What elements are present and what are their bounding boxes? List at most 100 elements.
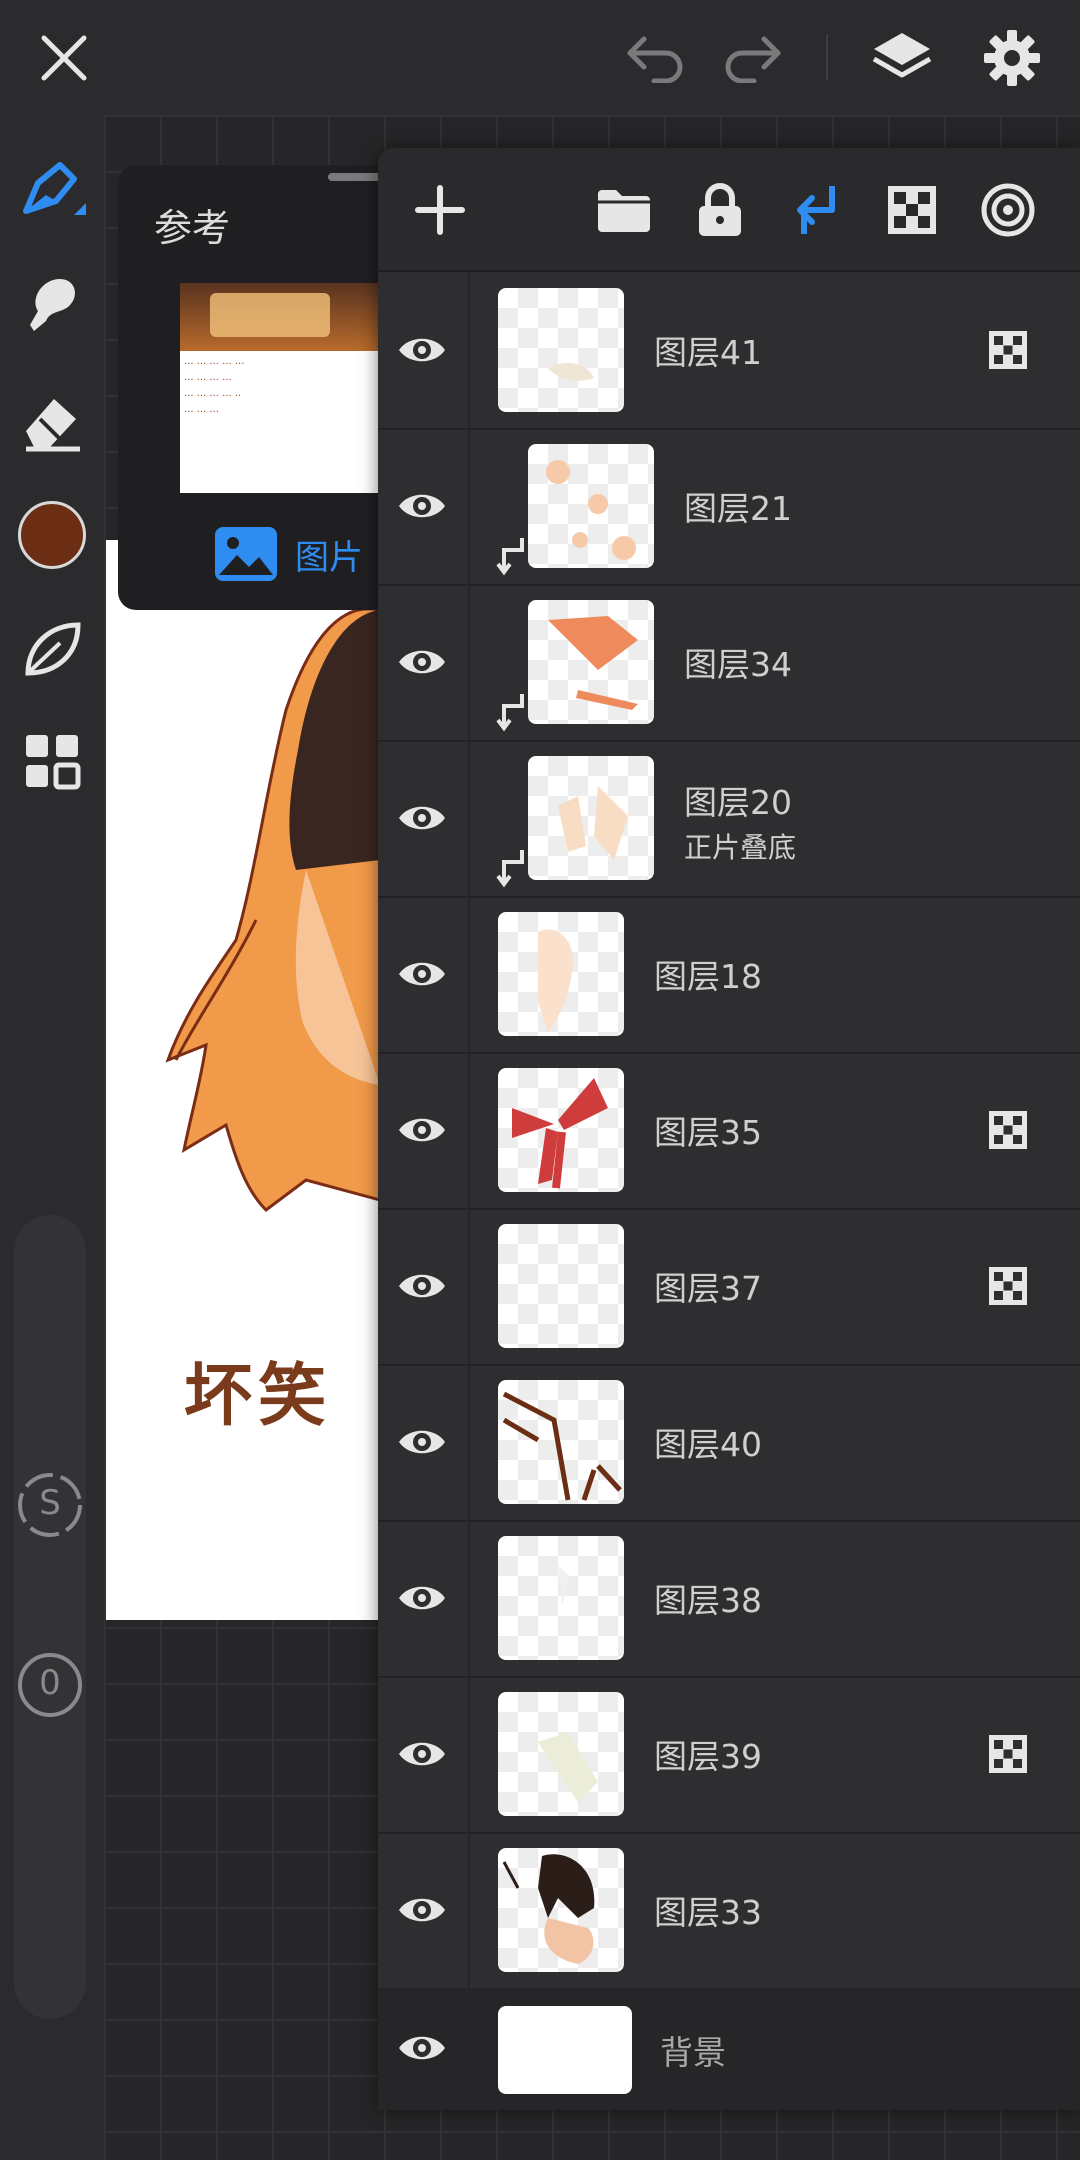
- layer-row[interactable]: 图层38: [378, 1520, 1080, 1678]
- size-indicator: S: [16, 1471, 84, 1539]
- layer-row[interactable]: 图层21: [378, 428, 1080, 586]
- gear-icon[interactable]: [974, 20, 1050, 96]
- row-divider: [468, 1364, 470, 1520]
- alpha-lock-indicator-icon: [989, 1735, 1027, 1773]
- row-divider: [468, 272, 470, 428]
- layer-name: 图层34: [684, 645, 792, 684]
- alpha-lock-icon[interactable]: [874, 172, 950, 248]
- reference-banner: [180, 283, 380, 351]
- layer-row[interactable]: 图层39: [378, 1676, 1080, 1834]
- layer-thumbnail: [498, 2006, 632, 2094]
- visibility-eye-icon[interactable]: [390, 318, 454, 382]
- layer-row[interactable]: 图层34: [378, 584, 1080, 742]
- layer-name: 图层35: [654, 1113, 762, 1152]
- layer-thumbnail: [498, 1224, 624, 1348]
- folder-icon[interactable]: [586, 172, 662, 248]
- layers-icon[interactable]: [864, 20, 940, 96]
- alpha-lock-indicator-icon: [989, 331, 1027, 369]
- lock-icon[interactable]: [682, 172, 758, 248]
- image-icon: [215, 527, 277, 581]
- layer-row[interactable]: 图层40: [378, 1364, 1080, 1522]
- grid-menu-icon[interactable]: [14, 723, 90, 799]
- layer-thumbnail: [528, 444, 654, 568]
- undo-icon[interactable]: [618, 20, 694, 96]
- leaf-brush-icon[interactable]: [14, 611, 90, 687]
- layer-thumbnail: [528, 756, 654, 880]
- row-divider: [468, 1208, 470, 1364]
- reference-text-line: ··· ··· ··· ···: [184, 375, 232, 386]
- row-divider: [468, 1052, 470, 1208]
- row-divider: [468, 740, 470, 896]
- layer-name: 图层38: [654, 1581, 762, 1620]
- artboard[interactable]: 坏笑: [106, 540, 380, 1620]
- layer-row[interactable]: 图层37: [378, 1208, 1080, 1366]
- redo-icon[interactable]: [714, 20, 790, 96]
- layer-row[interactable]: 图层33: [378, 1832, 1080, 1990]
- row-divider: [468, 428, 470, 584]
- reference-text-line: ··· ··· ··· ··· ··: [184, 391, 242, 402]
- row-divider: [468, 1520, 470, 1676]
- visibility-eye-icon[interactable]: [390, 1410, 454, 1474]
- layer-thumbnail: [498, 912, 624, 1036]
- layer-thumbnail: [498, 1692, 624, 1816]
- visibility-eye-icon[interactable]: [390, 1566, 454, 1630]
- row-divider: [468, 1676, 470, 1832]
- layer-thumbnail: [498, 288, 624, 412]
- visibility-eye-icon[interactable]: [390, 942, 454, 1006]
- close-icon[interactable]: [26, 20, 102, 96]
- layer-name: 图层39: [654, 1737, 762, 1776]
- layer-thumbnail: [498, 1536, 624, 1660]
- layer-name: 背景: [660, 2033, 726, 2072]
- row-divider: [468, 584, 470, 740]
- visibility-eye-icon[interactable]: [390, 2016, 454, 2080]
- layer-name: 图层21: [684, 489, 792, 528]
- visibility-eye-icon[interactable]: [390, 1722, 454, 1786]
- layer-row[interactable]: 背景: [378, 1988, 1080, 2110]
- layer-name: 图层20: [684, 783, 792, 822]
- reference-image-label: 图片: [295, 537, 363, 578]
- top-toolbar: [0, 0, 1080, 115]
- layer-row[interactable]: 图层41: [378, 272, 1080, 430]
- visibility-eye-icon[interactable]: [390, 474, 454, 538]
- layers-panel: 图层41 图层21 图层34 图层20 正片叠底 图层18 图层35 图层37 …: [378, 148, 1080, 2110]
- alpha-lock-indicator-icon: [989, 1267, 1027, 1305]
- pen-tool-icon[interactable]: [14, 153, 90, 229]
- opacity-indicator: 0: [16, 1651, 84, 1719]
- visibility-eye-icon[interactable]: [390, 1254, 454, 1318]
- clip-arrow-icon: [496, 850, 524, 888]
- artwork-caption: 坏笑: [184, 1357, 333, 1436]
- reference-image[interactable]: ··· ··· ··· ··· ··· ··· ··· ··· ··· ··· …: [180, 283, 380, 493]
- clipping-mask-icon[interactable]: [778, 172, 854, 248]
- eraser-tool-icon[interactable]: [14, 383, 90, 459]
- blend-tool-icon[interactable]: [14, 265, 90, 341]
- visibility-eye-icon[interactable]: [390, 1878, 454, 1942]
- size-label: S: [39, 1483, 61, 1523]
- reference-panel: 参考 ··· ··· ··· ··· ··· ··· ··· ··· ··· ·…: [118, 165, 418, 610]
- layer-thumbnail: [528, 600, 654, 724]
- layer-row[interactable]: 图层18: [378, 896, 1080, 1054]
- reference-text-line: ··· ··· ··· ··· ···: [184, 359, 245, 370]
- reference-image-button[interactable]: 图片: [213, 525, 363, 583]
- layer-blend-mode: 正片叠底: [684, 831, 797, 864]
- visibility-eye-icon[interactable]: [390, 786, 454, 850]
- layers-toolbar: [378, 148, 1080, 272]
- left-sidebar: S 0: [0, 115, 104, 2160]
- layer-row[interactable]: 图层35: [378, 1052, 1080, 1210]
- layer-name: 图层37: [654, 1269, 762, 1308]
- reference-title: 参考: [154, 206, 231, 250]
- visibility-eye-icon[interactable]: [390, 1098, 454, 1162]
- artwork-character: [165, 607, 380, 1212]
- layer-name: 图层41: [654, 333, 762, 372]
- toolbar-divider: [826, 34, 828, 80]
- reference-text-line: ··· ··· ···: [184, 407, 219, 418]
- layer-name: 图层18: [654, 957, 762, 996]
- layer-thumbnail: [498, 1068, 624, 1192]
- layer-thumbnail: [498, 1848, 624, 1972]
- alpha-lock-indicator-icon: [989, 1111, 1027, 1149]
- add-layer-icon[interactable]: [402, 172, 478, 248]
- ring-icon[interactable]: [970, 172, 1046, 248]
- layer-row[interactable]: 图层20 正片叠底: [378, 740, 1080, 898]
- visibility-eye-icon[interactable]: [390, 630, 454, 694]
- color-swatch[interactable]: [14, 497, 90, 573]
- layer-thumbnail: [498, 1380, 624, 1504]
